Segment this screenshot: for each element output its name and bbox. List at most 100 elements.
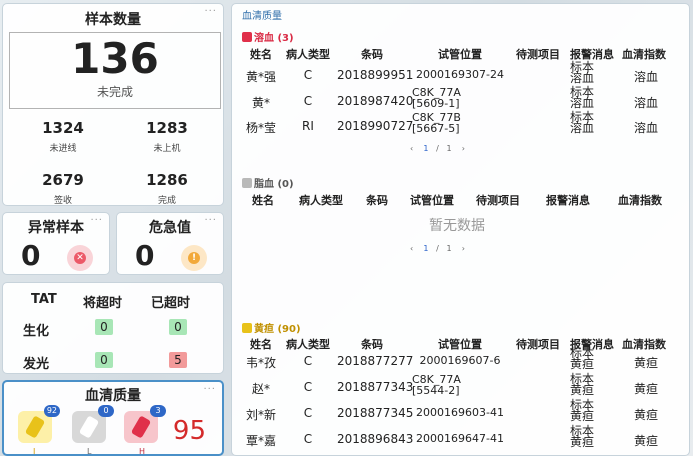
col-pending-items: 待测项目 xyxy=(516,338,560,351)
test-tube-icon xyxy=(242,178,252,188)
test-tube-icon xyxy=(130,415,152,439)
cell-position: C8K_77B [5667-5] xyxy=(412,111,461,135)
cell-type: C xyxy=(303,354,313,368)
stat-label: 未上机 xyxy=(153,144,181,154)
cell-position: 2000169647-41 xyxy=(416,432,504,445)
cell-alarm: 标本黄疸 xyxy=(570,346,595,371)
cell-barcode: 2018896843 xyxy=(337,432,414,446)
total-pages: 1 xyxy=(446,144,452,153)
tat-luminescence-near-badge[interactable]: 0 xyxy=(95,352,113,368)
more-menu-button[interactable]: ··· xyxy=(203,384,216,395)
lipemia-section-header[interactable]: 脂血 (0) xyxy=(242,175,294,190)
cell-position: 2000169607-6 xyxy=(419,354,501,367)
col-alarm: 报警消息 xyxy=(546,194,590,207)
cell-type: C xyxy=(303,406,313,420)
stat-value: 1283 xyxy=(146,119,188,137)
cell-index: 溶血 xyxy=(633,96,658,110)
cell-alarm: 标本溶血 xyxy=(570,110,595,135)
stat-completed[interactable]: 1286 完成 xyxy=(117,171,217,206)
cell-barcode: 2018877345 xyxy=(337,406,414,420)
cell-alarm: 标本黄疸 xyxy=(570,372,595,397)
cell-position: C8K_77A [5544-2] xyxy=(412,373,461,397)
cell-index: 黄疸 xyxy=(633,434,658,448)
cell-name: 黄*强 xyxy=(245,70,276,84)
serum-quality-card[interactable]: 血清质量 ··· 92 I 0 L 3 H 95 xyxy=(2,380,224,456)
prev-page-button[interactable]: ‹ xyxy=(410,144,413,153)
stat-value: 1324 xyxy=(42,119,84,137)
test-tube-icon xyxy=(242,323,252,333)
hemolysis-section-header[interactable]: 溶血 (3) xyxy=(242,29,294,44)
current-page: 1 xyxy=(423,244,429,253)
col-barcode: 条码 xyxy=(361,338,383,351)
cell-barcode: 2018899951 xyxy=(337,68,414,82)
pending-summary[interactable]: 136 未完成 xyxy=(9,32,221,109)
icterus-tube-label: I xyxy=(33,447,36,456)
cell-index: 溶血 xyxy=(633,121,658,135)
stat-value: 1286 xyxy=(146,171,188,189)
col-name: 姓名 xyxy=(250,48,272,61)
pending-count: 136 xyxy=(71,34,159,83)
cell-index: 溶血 xyxy=(633,70,658,84)
test-tube-icon xyxy=(78,415,100,439)
tat-row-luminescence-label: 发光 xyxy=(23,357,50,372)
cell-position: 2000169603-41 xyxy=(416,406,504,419)
more-menu-button[interactable]: ··· xyxy=(204,215,217,226)
cell-name: 覃*嘉 xyxy=(245,434,276,448)
icterus-tube[interactable]: 92 I xyxy=(18,405,60,456)
empty-state: 暂无数据 xyxy=(429,218,485,234)
cell-type: RI xyxy=(302,119,314,133)
stat-not-online[interactable]: 1324 未进线 xyxy=(13,119,113,154)
col-pending-items: 待测项目 xyxy=(516,48,560,61)
next-page-button[interactable]: › xyxy=(462,244,465,253)
icterus-section-header[interactable]: 黄疸 (90) xyxy=(242,320,301,335)
serum-quality-title: 血清质量 xyxy=(85,388,141,404)
col-tube-position: 试管位置 xyxy=(410,194,454,207)
tat-row-biochem-label: 生化 xyxy=(23,324,50,339)
col-serum-index: 血清指数 xyxy=(622,48,666,61)
cell-position: C8K_77A [5609-1] xyxy=(412,86,461,110)
col-barcode: 条码 xyxy=(366,194,388,207)
lipemia-tube[interactable]: 0 L xyxy=(72,405,114,456)
alert-circle-icon: ! xyxy=(181,245,207,271)
stat-not-loaded[interactable]: 1283 未上机 xyxy=(117,119,217,154)
hemolysis-label: 溶血 (3) xyxy=(254,33,294,44)
cell-alarm: 标本黄疸 xyxy=(570,398,595,423)
critical-count: 0 xyxy=(135,239,155,272)
col-serum-index: 血清指数 xyxy=(622,338,666,351)
hemolysis-tube-label: H xyxy=(139,447,146,456)
tat-luminescence-over-badge[interactable]: 5 xyxy=(169,352,187,368)
page-separator: / xyxy=(436,144,439,153)
close-circle-icon: ✕ xyxy=(67,245,93,271)
stat-label: 签收 xyxy=(53,196,72,206)
lipemia-tube-label: L xyxy=(87,447,92,456)
tat-biochem-over-badge[interactable]: 0 xyxy=(169,319,187,335)
sample-count-title: 样本数量 xyxy=(85,12,141,28)
tat-biochem-near-badge[interactable]: 0 xyxy=(95,319,113,335)
more-menu-button[interactable]: ··· xyxy=(204,6,217,17)
serum-quality-detail-panel: 血清质量 溶血 (3) 姓名 病人类型 条码 试管位置 待测项目 报警消息 血清… xyxy=(231,3,690,456)
stat-label: 未进线 xyxy=(49,144,77,154)
cell-index: 黄疸 xyxy=(633,382,658,396)
sample-count-card: 样本数量 ··· 136 未完成 1324 未进线 1283 未上机 2679 … xyxy=(2,3,224,206)
tat-card: TAT 将超时 已超时 生化 0 0 发光 0 5 xyxy=(2,282,224,374)
test-tube-icon xyxy=(242,32,252,42)
tat-header-near-timeout: 将超时 xyxy=(83,296,123,311)
abnormal-sample-card[interactable]: 异常样本 ··· 0 ✕ xyxy=(2,212,110,275)
serum-quality-total: 95 xyxy=(172,416,206,446)
cell-name: 刘*新 xyxy=(245,408,276,422)
col-pending-items: 待测项目 xyxy=(476,194,520,207)
stat-value: 2679 xyxy=(42,171,84,189)
stat-received[interactable]: 2679 签收 xyxy=(13,171,113,206)
more-menu-button[interactable]: ··· xyxy=(90,215,103,226)
cell-alarm: 标本溶血 xyxy=(570,60,595,85)
critical-value-card[interactable]: 危急值 ··· 0 ! xyxy=(116,212,224,275)
hemolysis-tube[interactable]: 3 H xyxy=(124,405,166,456)
cell-barcode: 2018877277 xyxy=(337,354,414,368)
icterus-count-badge: 92 xyxy=(43,405,60,417)
cell-type: C xyxy=(303,380,313,394)
prev-page-button[interactable]: ‹ xyxy=(410,244,413,253)
col-patient-type: 病人类型 xyxy=(286,338,330,351)
tat-header-label: TAT xyxy=(31,292,57,307)
next-page-button[interactable]: › xyxy=(462,144,465,153)
stat-label: 完成 xyxy=(157,196,176,206)
